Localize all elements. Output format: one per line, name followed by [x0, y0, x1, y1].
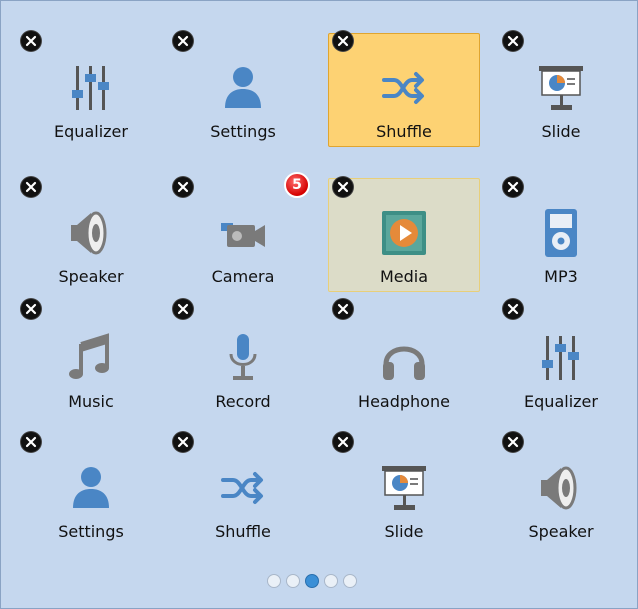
close-icon[interactable]	[173, 299, 193, 319]
app-tile-label: Music	[68, 392, 114, 411]
headphones-icon	[376, 330, 432, 386]
app-tile-label: Slide	[541, 122, 581, 141]
close-icon[interactable]	[173, 177, 193, 197]
close-icon[interactable]	[333, 432, 353, 452]
close-icon[interactable]	[173, 432, 193, 452]
app-tile-equalizer[interactable]: Equalizer	[485, 303, 637, 417]
app-tile-label: Record	[215, 392, 271, 411]
launcher-panel: Equalizer Settings Shuffle Slide Speaker	[0, 0, 638, 609]
page-dot-2[interactable]	[286, 574, 300, 588]
close-icon[interactable]	[503, 31, 523, 51]
app-tile-headphone[interactable]: Headphone	[328, 303, 480, 417]
notification-badge: 5	[284, 172, 310, 198]
page-dot-3[interactable]	[305, 574, 319, 588]
app-tile-label: Speaker	[528, 522, 594, 541]
video-camera-icon	[215, 205, 271, 261]
app-tile-label: Media	[379, 267, 429, 286]
app-tile-record[interactable]: Record	[167, 303, 319, 417]
page-dot-4[interactable]	[324, 574, 338, 588]
app-tile-music[interactable]: Music	[15, 303, 167, 417]
shuffle-icon	[215, 460, 271, 516]
mp3-player-icon	[533, 205, 589, 261]
close-icon[interactable]	[21, 299, 41, 319]
presentation-icon	[533, 60, 589, 116]
equalizer-icon	[533, 330, 589, 386]
app-tile-label: Slide	[384, 522, 424, 541]
close-icon[interactable]	[503, 299, 523, 319]
close-icon[interactable]	[21, 432, 41, 452]
speaker-icon	[533, 460, 589, 516]
close-icon[interactable]	[503, 432, 523, 452]
app-tile-label: MP3	[544, 267, 578, 286]
page-dot-5[interactable]	[343, 574, 357, 588]
app-tile-label: Equalizer	[524, 392, 598, 411]
app-tile-label: Equalizer	[54, 122, 128, 141]
close-icon[interactable]	[333, 177, 353, 197]
app-tile-label: Shuffle	[376, 122, 432, 141]
close-icon[interactable]	[333, 31, 353, 51]
play-icon	[376, 205, 432, 261]
presentation-icon	[376, 460, 432, 516]
close-icon[interactable]	[173, 31, 193, 51]
app-tile-label: Headphone	[358, 392, 450, 411]
user-icon	[215, 60, 271, 116]
app-tile-label: Shuffle	[215, 522, 271, 541]
close-icon[interactable]	[21, 31, 41, 51]
close-icon[interactable]	[21, 177, 41, 197]
speaker-icon	[63, 205, 119, 261]
shuffle-icon	[376, 60, 432, 116]
app-tile-label: Settings	[58, 522, 124, 541]
app-tile-label: Settings	[210, 122, 276, 141]
microphone-icon	[215, 330, 271, 386]
close-icon[interactable]	[333, 299, 353, 319]
user-icon	[63, 460, 119, 516]
app-tile-label: Speaker	[58, 267, 124, 286]
close-icon[interactable]	[503, 177, 523, 197]
music-note-icon	[63, 330, 119, 386]
app-tile-label: Camera	[211, 267, 275, 286]
page-dot-1[interactable]	[267, 574, 281, 588]
equalizer-icon	[63, 60, 119, 116]
